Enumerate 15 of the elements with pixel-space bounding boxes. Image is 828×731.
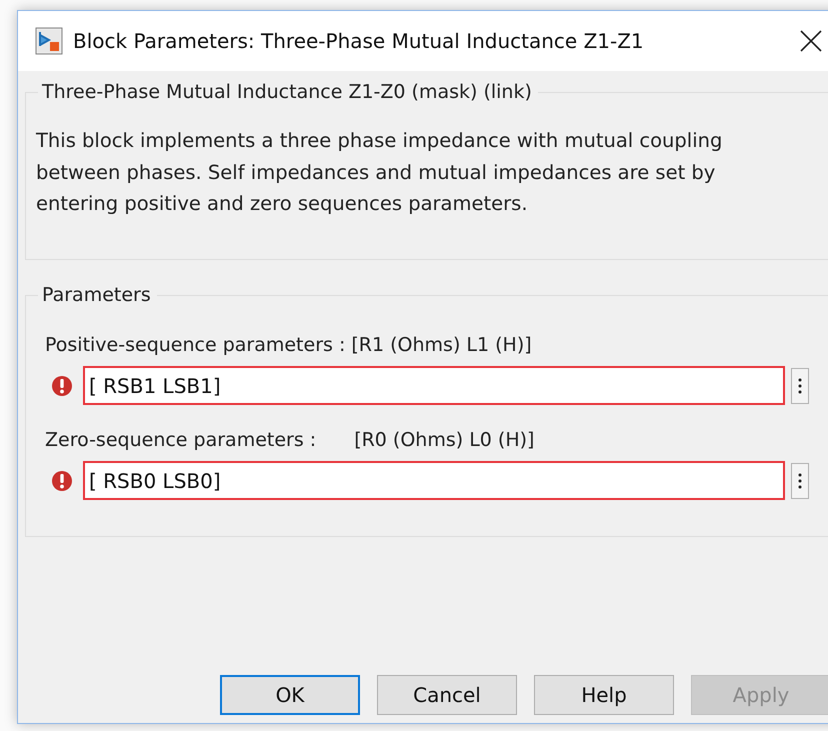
units-label: [R1 (Ohms) L1 (H)] — [351, 334, 532, 356]
dialog-button[interactable]: Cancel — [377, 675, 517, 715]
block-icon — [35, 27, 63, 55]
field-label: Positive-sequence parameters : — [45, 334, 346, 356]
more-options-icon[interactable] — [791, 368, 809, 404]
parameter-field[interactable]: [ RSB1 LSB1] — [83, 366, 785, 405]
close-icon[interactable] — [800, 30, 822, 52]
dialog-button[interactable]: OK — [220, 675, 360, 715]
description-text: This block implements a three phase impedance with mutual coupling between phases. Self impedances and mutual impedances are set by entering positive and zero sequences parameters. — [36, 128, 724, 217]
field-label: Zero-sequence parameters : — [45, 429, 316, 451]
dialog-button[interactable]: Help — [534, 675, 674, 715]
parameter-field[interactable]: [ RSB0 LSB0] — [83, 461, 785, 500]
more-options-icon[interactable] — [791, 462, 809, 498]
window-title: Block Parameters: Three-Phase Mutual Inductance Z1-Z1 — [73, 29, 645, 53]
units-label: [R0 (Ohms) L0 (H)] — [354, 429, 534, 451]
